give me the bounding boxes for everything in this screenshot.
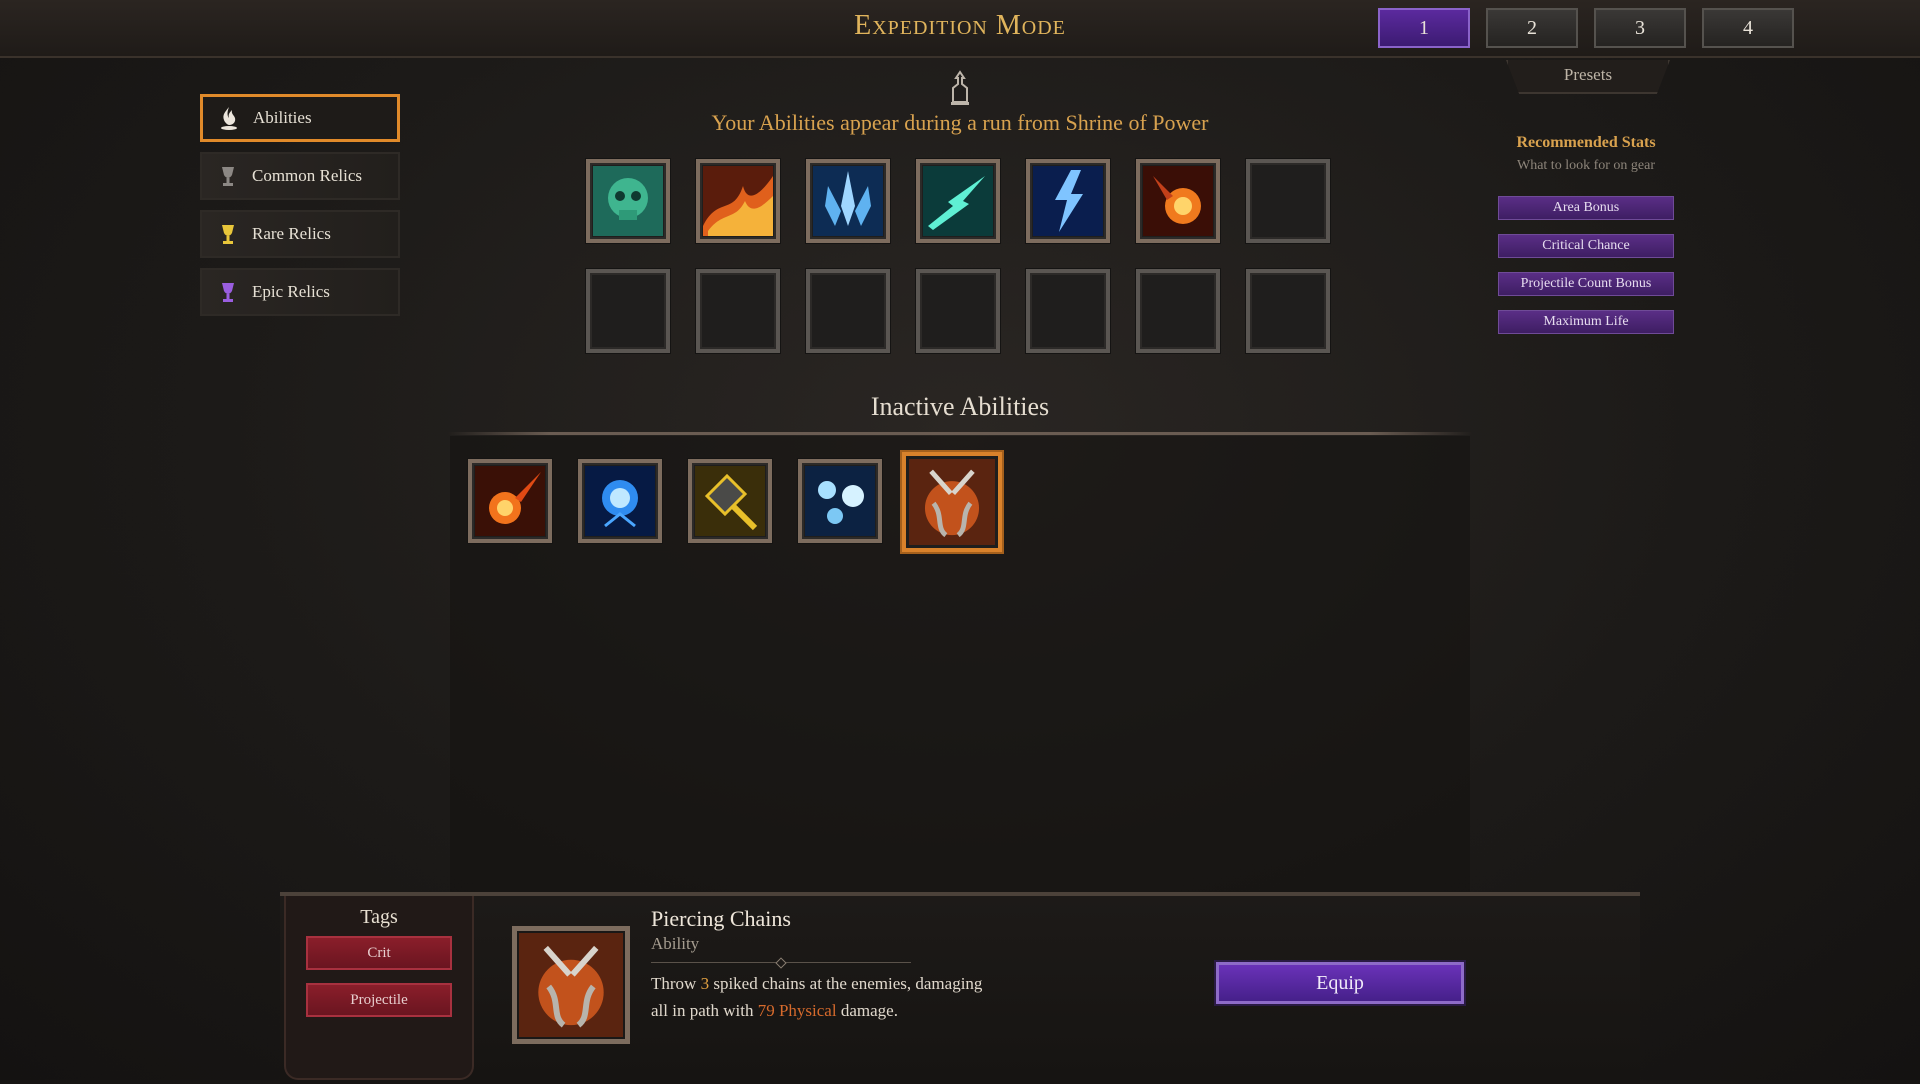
ability-slot-empty[interactable] xyxy=(916,269,1000,353)
inactive-ability-piercing-chains[interactable] xyxy=(902,452,1002,552)
shrine-icon xyxy=(951,70,969,105)
preset-button-3[interactable]: 3 xyxy=(1594,8,1686,48)
section-divider xyxy=(448,432,1472,435)
piercing-chains-icon xyxy=(519,933,623,1037)
ability-slot-poison-skull[interactable] xyxy=(586,159,670,243)
detail-divider xyxy=(651,962,911,963)
piercing-chains-icon xyxy=(909,459,995,545)
common-relic-icon xyxy=(222,167,234,186)
lightning-storm-icon xyxy=(1033,166,1103,236)
poison-skull-icon xyxy=(593,166,663,236)
tag-crit: Crit xyxy=(306,936,452,970)
recommended-stats-subtitle: What to look for on gear xyxy=(1516,158,1655,173)
sidebar-item-epic-relics[interactable]: Epic Relics xyxy=(200,268,400,316)
stat-pill-critical-chance: Critical Chance xyxy=(1498,234,1674,258)
desc-damage: 79 Physical xyxy=(757,1001,837,1020)
ice-crystal-icon xyxy=(813,166,883,236)
preset-button-4[interactable]: 4 xyxy=(1702,8,1794,48)
presets-tab[interactable]: Presets xyxy=(1506,60,1670,94)
inactive-ability-frost-orbs[interactable] xyxy=(798,459,882,543)
ability-slot-empty[interactable] xyxy=(1136,269,1220,353)
shrine-subtitle: Your Abilities appear during a run from … xyxy=(711,110,1209,135)
ability-slot-empty[interactable] xyxy=(1246,159,1330,243)
preset-button-1[interactable]: 1 xyxy=(1378,8,1470,48)
desc-text: Throw xyxy=(651,974,701,993)
ability-slot-empty[interactable] xyxy=(586,269,670,353)
tag-projectile: Projectile xyxy=(306,983,452,1017)
sidebar-item-label: Rare Relics xyxy=(252,224,331,243)
arcane-orb-icon xyxy=(585,466,655,536)
equip-button[interactable]: Equip xyxy=(1214,960,1466,1006)
ability-slot-fireball[interactable] xyxy=(1136,159,1220,243)
inactive-ability-hammer[interactable] xyxy=(688,459,772,543)
desc-text: damage. xyxy=(836,1001,898,1020)
sidebar-item-common-relics[interactable]: Common Relics xyxy=(200,152,400,200)
recommended-stats-title: Recommended Stats xyxy=(1516,134,1656,151)
sidebar-item-label: Epic Relics xyxy=(252,282,330,301)
inactive-ability-meteor[interactable] xyxy=(468,459,552,543)
ability-slot-ice-crystal[interactable] xyxy=(806,159,890,243)
preset-button-2[interactable]: 2 xyxy=(1486,8,1578,48)
ability-slot-empty[interactable] xyxy=(1246,269,1330,353)
ability-slot-lightning-storm[interactable] xyxy=(1026,159,1110,243)
sidebar-item-label: Common Relics xyxy=(252,166,363,185)
ability-slot-flame-wave[interactable] xyxy=(696,159,780,243)
ability-type: Ability xyxy=(651,934,700,953)
rare-relic-icon xyxy=(222,225,234,244)
selected-ability-icon xyxy=(512,926,630,1044)
ability-slot-empty[interactable] xyxy=(696,269,780,353)
stat-pill-area-bonus: Area Bonus xyxy=(1498,196,1674,220)
ability-description: Throw 3 spiked chains at the enemies, da… xyxy=(651,970,991,1024)
stat-pill-maximum-life: Maximum Life xyxy=(1498,310,1674,334)
tags-title: Tags xyxy=(360,906,398,928)
hammer-icon xyxy=(695,466,765,536)
inactive-abilities-title: Inactive Abilities xyxy=(870,392,1050,421)
ability-name: Piercing Chains xyxy=(651,906,791,931)
epic-relic-icon xyxy=(222,283,234,302)
inactive-ability-arcane-orb[interactable] xyxy=(578,459,662,543)
lightning-slash-icon xyxy=(923,166,993,236)
flame-wave-icon xyxy=(703,166,773,236)
ability-slot-empty[interactable] xyxy=(806,269,890,353)
stat-pill-projectile-count: Projectile Count Bonus xyxy=(1498,272,1674,296)
meteor-icon xyxy=(475,466,545,536)
fireball-icon xyxy=(1143,166,1213,236)
ability-slot-lightning-slash[interactable] xyxy=(916,159,1000,243)
frost-orbs-icon xyxy=(805,466,875,536)
desc-chain-count: 3 xyxy=(700,974,710,993)
sidebar-item-rare-relics[interactable]: Rare Relics xyxy=(200,210,400,258)
ability-slot-empty[interactable] xyxy=(1026,269,1110,353)
